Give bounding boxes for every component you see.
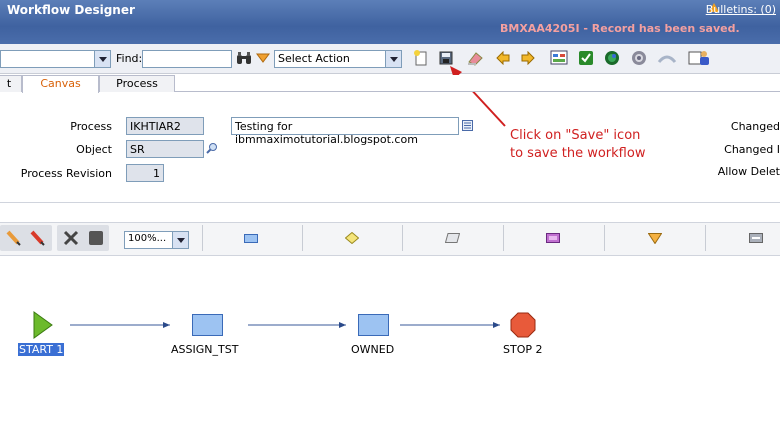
wait-node-tool-icon[interactable]: [648, 233, 662, 244]
separator: [503, 225, 504, 251]
workflow-canvas[interactable]: [0, 257, 780, 423]
changed-by-label: Changed: [730, 120, 780, 133]
revision-field: 1: [126, 164, 164, 182]
separator: [604, 225, 605, 251]
chevron-down-icon[interactable]: [385, 51, 401, 67]
magnifier-icon[interactable]: [206, 142, 218, 154]
activate-icon[interactable]: [631, 50, 647, 66]
stop-node-label[interactable]: STOP 2: [503, 343, 543, 356]
bulk-edit-icon[interactable]: [550, 49, 568, 66]
bulletins-link[interactable]: Bulletins: (0): [706, 3, 776, 16]
separator: [402, 225, 403, 251]
tab-canvas[interactable]: Canvas: [22, 75, 99, 93]
condition-node-tool-icon[interactable]: [345, 232, 359, 244]
select-action-value: Select Action: [278, 52, 350, 65]
annotation-note: Click on "Save" icon to save the workflo…: [510, 128, 646, 161]
connection-arrows: [70, 322, 500, 328]
process-label: Process: [70, 120, 112, 133]
tab-list[interactable]: t: [0, 75, 22, 92]
new-record-icon[interactable]: [413, 50, 429, 67]
long-description-icon[interactable]: [462, 120, 473, 131]
select-action-dropdown[interactable]: Select Action: [274, 50, 402, 68]
enable-icon[interactable]: [604, 50, 620, 66]
square-stop-icon[interactable]: [88, 230, 104, 246]
pencil-icon[interactable]: [4, 229, 22, 247]
find-input[interactable]: [142, 50, 232, 68]
chevron-down-icon[interactable]: [172, 232, 188, 248]
object-label: Object: [76, 143, 112, 156]
delete-icon[interactable]: [63, 230, 79, 246]
zoom-select[interactable]: 100%...: [124, 231, 189, 249]
chevron-down-icon[interactable]: [94, 51, 110, 67]
task-node-owned[interactable]: [358, 314, 389, 336]
subprocess-node-tool-icon[interactable]: [546, 233, 560, 243]
query-select[interactable]: [0, 50, 111, 68]
start-node[interactable]: [33, 311, 53, 339]
task-node-owned-label[interactable]: OWNED: [351, 343, 394, 356]
object-field[interactable]: SR: [126, 140, 204, 158]
separator: [302, 225, 303, 251]
start-node-label[interactable]: START 1: [18, 343, 65, 356]
binoculars-icon[interactable]: [236, 51, 252, 65]
filter-arrow-icon[interactable]: [256, 53, 270, 63]
task-node-tool-icon[interactable]: [244, 234, 258, 243]
task-node-assign[interactable]: [192, 314, 223, 336]
red-pencil-icon[interactable]: [28, 229, 46, 247]
next-record-icon[interactable]: [521, 51, 535, 65]
canvas-toolbar: [0, 222, 780, 256]
title-bar: Workflow Designer Bulletins: (0) BMXAA42…: [0, 0, 780, 44]
input-node-tool-icon[interactable]: [445, 233, 460, 243]
process-form: [0, 93, 780, 203]
revision-label: Process Revision: [20, 167, 112, 180]
assign-user-icon[interactable]: [688, 49, 710, 66]
stop-node[interactable]: [510, 312, 536, 338]
task-node-assign-label[interactable]: ASSIGN_TST: [171, 343, 238, 356]
allow-delete-label: Allow Delet: [717, 165, 780, 178]
separator: [705, 225, 706, 251]
validate-icon[interactable]: [578, 50, 594, 66]
tab-process[interactable]: Process: [99, 75, 175, 92]
separator: [202, 225, 203, 251]
stop-node-tool-icon[interactable]: [749, 233, 763, 243]
changed-date-label: Changed I: [724, 143, 780, 156]
find-label: Find:: [116, 52, 143, 65]
status-message: BMXAA4205I - Record has been saved.: [500, 22, 740, 35]
undo-icon[interactable]: [657, 52, 677, 64]
process-field[interactable]: IKHTIAR2: [126, 117, 204, 135]
app-title: Workflow Designer: [7, 3, 135, 17]
description-field[interactable]: Testing for ibmmaximotutorial.blogspot.c…: [231, 117, 459, 146]
